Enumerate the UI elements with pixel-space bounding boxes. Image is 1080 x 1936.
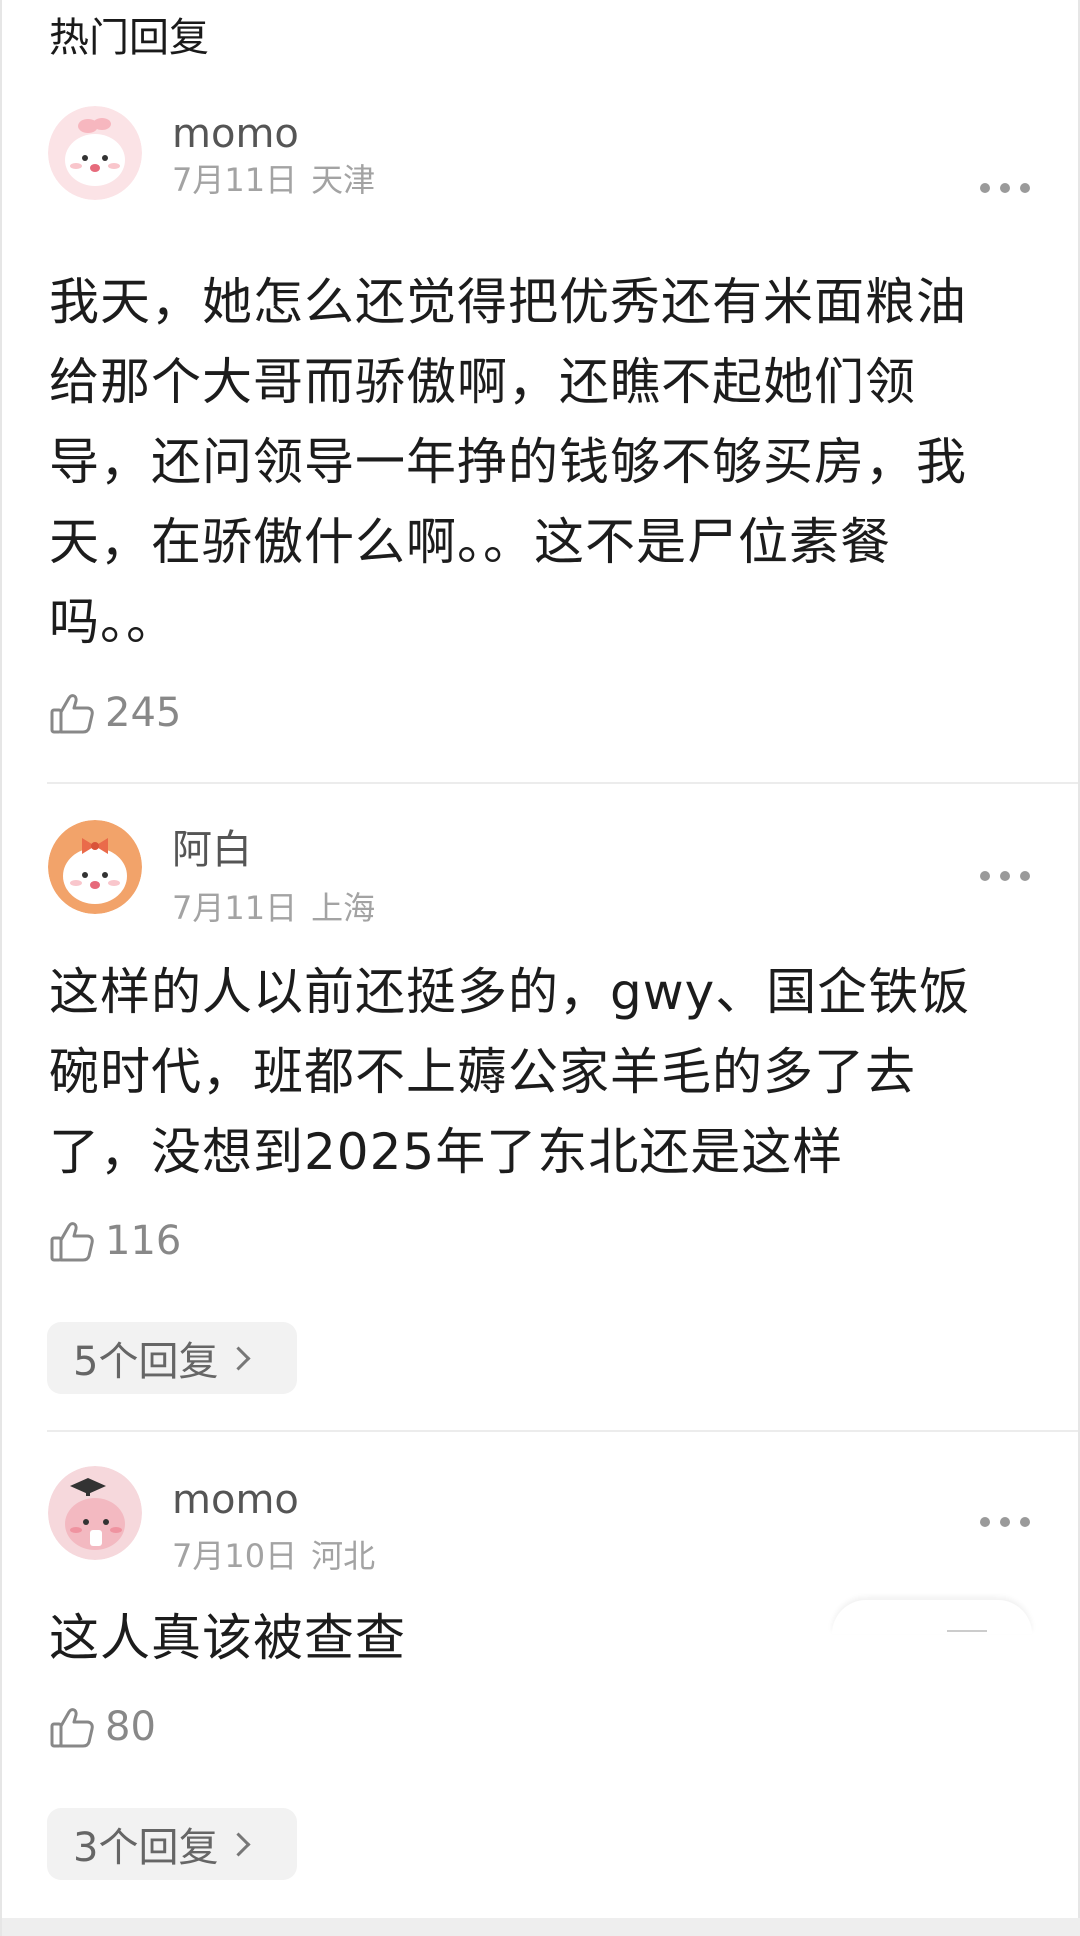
more-options-icon[interactable] (980, 178, 1030, 198)
like-button[interactable]: 80 (49, 1700, 156, 1754)
thumbs-up-icon (49, 690, 95, 736)
comment-line: 给那个大哥而骄傲啊，还瞧不起她们领 (49, 353, 916, 411)
more-options-icon[interactable] (980, 1512, 1030, 1532)
divider (47, 1430, 1078, 1432)
comment-meta: 7月11日 天津 (172, 160, 375, 200)
like-count: 245 (105, 690, 182, 736)
chevron-right-icon (226, 1345, 251, 1371)
comment-text: 我天，她怎么还觉得把优秀还有米面粮油 给那个大哥而骄傲啊，还瞧不起她们领 导，还… (49, 262, 1039, 662)
view-replies-button[interactable]: 3个回复 (47, 1808, 297, 1880)
floating-action-pill[interactable] (832, 1600, 1032, 1634)
replies-label: 3个回复 (73, 1825, 219, 1871)
like-count: 116 (105, 1218, 182, 1264)
comment-line: 我天，她怎么还觉得把优秀还有米面粮油 (49, 273, 967, 331)
comment-date: 7月11日 (172, 161, 298, 199)
comment-line: 导，还问领导一年挣的钱够不够买房，我 (49, 433, 967, 491)
thumbs-up-icon (49, 1218, 95, 1264)
replies-label: 5个回复 (73, 1339, 219, 1385)
comment-date: 7月10日 (172, 1537, 298, 1575)
bunny-graduate-avatar-icon[interactable] (48, 1466, 142, 1560)
bottom-bar (2, 1918, 1080, 1936)
comment-line: 这样的人以前还挺多的，gwy、国企铁饭 (49, 963, 971, 1021)
username[interactable]: 阿白 (172, 826, 252, 874)
like-button[interactable]: 116 (49, 1214, 181, 1268)
comment-line: 碗时代，班都不上薅公家羊毛的多了去 (49, 1043, 916, 1101)
chevron-right-icon (226, 1831, 251, 1857)
username[interactable]: momo (172, 1476, 299, 1524)
comment-line: 了，没想到2025年了东北还是这样 (49, 1123, 844, 1181)
comments-page: 热门回复 momo 7月11日 天津 我天，她怎么还觉得把优秀还有米面粮油 给那个… (0, 0, 1080, 1936)
section-title: 热门回复 (49, 15, 209, 61)
like-count: 80 (105, 1704, 156, 1750)
comment-text: 这样的人以前还挺多的，gwy、国企铁饭 碗时代，班都不上薅公家羊毛的多了去 了，… (49, 952, 1039, 1192)
comment-line: 吗。。 (49, 593, 177, 651)
divider (47, 782, 1078, 784)
bunny-bow-avatar-icon[interactable] (48, 820, 142, 914)
bunny-avatar-icon[interactable] (48, 106, 142, 200)
more-options-icon[interactable] (980, 866, 1030, 886)
view-replies-button[interactable]: 5个回复 (47, 1322, 297, 1394)
comment-location: 河北 (311, 1537, 376, 1575)
like-button[interactable]: 245 (49, 686, 181, 740)
comment-location: 上海 (311, 889, 376, 927)
comment-meta: 7月10日 河北 (172, 1536, 375, 1576)
comment-location: 天津 (311, 161, 376, 199)
comment-date: 7月11日 (172, 889, 298, 927)
username[interactable]: momo (172, 110, 299, 158)
thumbs-up-icon (49, 1704, 95, 1750)
comment-meta: 7月11日 上海 (172, 888, 375, 928)
comment-line: 天，在骄傲什么啊。。这不是尸位素餐 (49, 513, 891, 571)
